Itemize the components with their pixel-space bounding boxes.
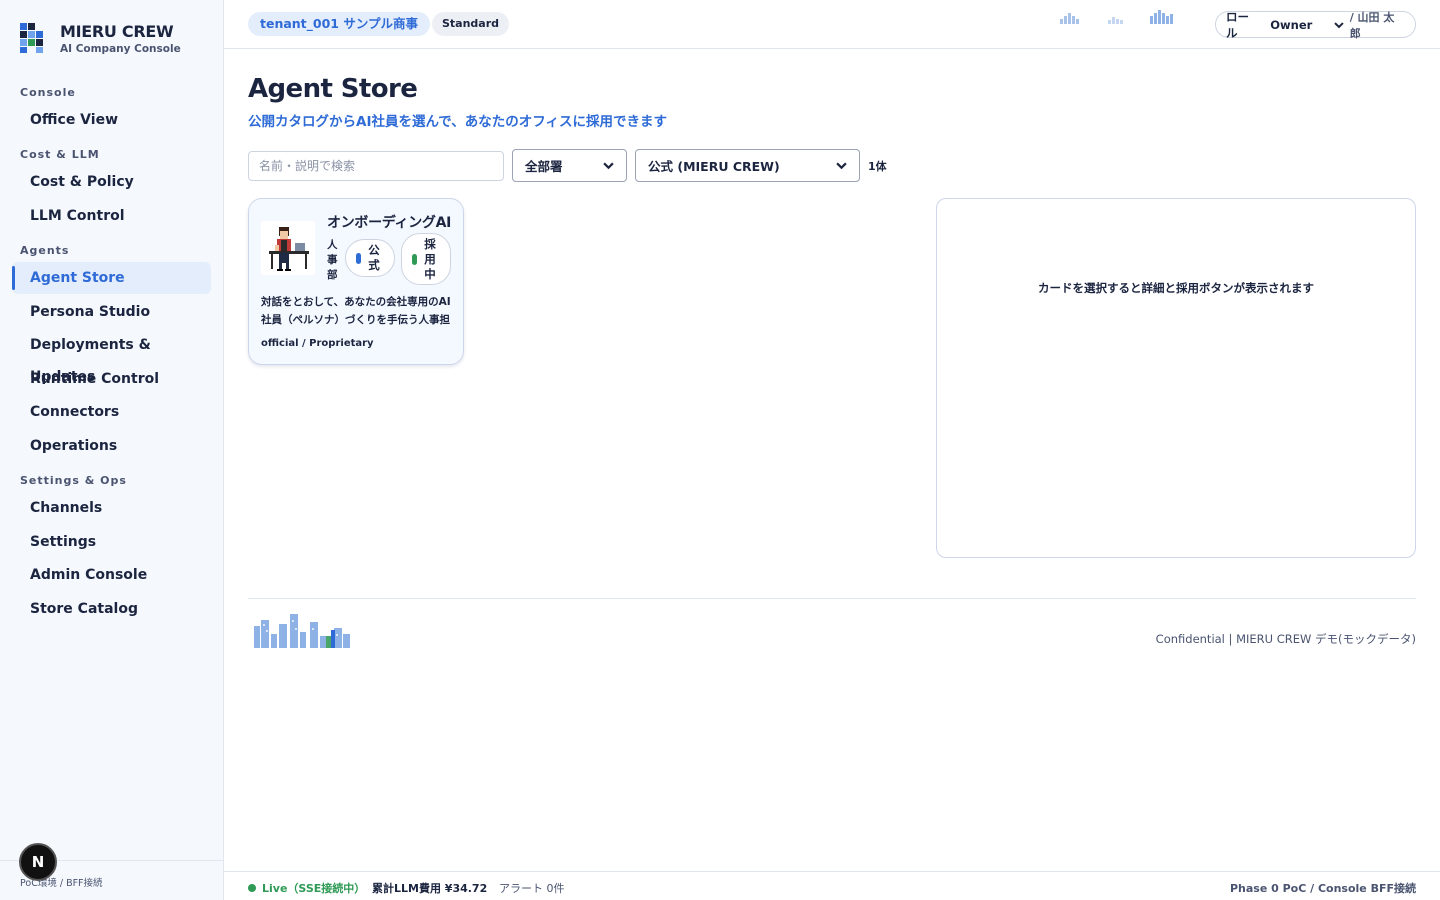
top-header: tenant_001 サンプル商事 Standard ロール Owner / 山…	[224, 0, 1440, 49]
sidebar-item-office-view[interactable]: Office View	[12, 104, 211, 136]
phase-label: Phase 0 PoC / Console BFF接続	[1229, 882, 1416, 895]
agent-card-title: オンボーディングAI	[327, 215, 452, 231]
sidebar-item-runtime-control[interactable]: Runtime Control	[12, 363, 211, 395]
brand-subtitle: AI Company Console	[60, 43, 181, 55]
agent-avatar-icon	[261, 221, 315, 275]
brand-name: MIERU CREW	[60, 22, 174, 41]
chevron-down-icon	[836, 162, 847, 170]
result-count: 1体	[868, 160, 887, 173]
official-badge-label: 公式	[368, 243, 380, 272]
agent-card-department: 人事部	[327, 239, 338, 281]
role-select[interactable]: Owner	[1270, 18, 1334, 32]
page-subtitle: 公開カタログからAI社員を選んで、あなたのオフィスに採用できます	[248, 114, 667, 130]
footer-divider	[248, 598, 1416, 599]
skyline-small-icon	[1108, 17, 1123, 24]
status-bar: Live（SSE接続中） 累計LLM費用 ¥34.72 アラート 0件 Phas…	[224, 871, 1440, 900]
sidebar-item-persona-studio[interactable]: Persona Studio	[12, 296, 211, 328]
status-badge-label: 採用中	[424, 236, 436, 281]
llm-cost: 累計LLM費用 ¥34.72	[372, 882, 488, 895]
sidebar-item-admin-console[interactable]: Admin Console	[12, 559, 211, 591]
source-filter-value: 公式 (MIERU CREW)	[648, 159, 780, 174]
live-status-label: Live（SSE接続中）	[262, 882, 366, 895]
skyline-icon	[1060, 13, 1079, 24]
official-dot-icon	[356, 252, 361, 264]
search-input[interactable]	[248, 151, 504, 181]
sidebar-item-operations[interactable]: Operations	[12, 430, 211, 462]
detail-placeholder: カードを選択すると詳細と採用ボタンが表示されます	[1038, 281, 1314, 295]
department-filter[interactable]: 全部署	[512, 149, 627, 182]
department-filter-value: 全部署	[525, 159, 563, 174]
sidebar-item-deployments-updates[interactable]: Deployments & Updates	[12, 329, 211, 385]
detail-panel: カードを選択すると詳細と採用ボタンが表示されます	[936, 198, 1416, 558]
skyline-large-icon	[1150, 10, 1173, 24]
live-status: Live（SSE接続中）	[248, 880, 365, 896]
chevron-down-icon[interactable]	[1334, 20, 1344, 30]
official-badge: 公式	[345, 239, 395, 277]
current-user: / 山田 太郎	[1349, 10, 1395, 40]
sidebar-item-channels[interactable]: Channels	[12, 492, 211, 524]
sidebar-item-llm-control[interactable]: LLM Control	[12, 200, 211, 232]
agent-card-license: official / Proprietary	[261, 338, 374, 349]
sidebar-item-agent-store[interactable]: Agent Store	[12, 262, 211, 294]
source-filter[interactable]: 公式 (MIERU CREW)	[635, 149, 860, 182]
footer-confidential: Confidential | MIERU CREW デモ(モックデータ)	[1155, 632, 1416, 646]
tenant-pill[interactable]: tenant_001 サンプル商事	[248, 12, 430, 36]
sidebar-item-settings[interactable]: Settings	[12, 526, 211, 558]
nav-section-settings-ops: Settings & Ops	[20, 474, 127, 487]
nav-section-cost-llm: Cost & LLM	[20, 148, 100, 161]
brand-logo-icon	[20, 23, 43, 53]
sidebar: MIERU CREW AI Company Console Console Of…	[0, 0, 224, 900]
live-dot-icon	[248, 884, 256, 892]
role-selector[interactable]: ロール Owner / 山田 太郎	[1215, 9, 1416, 40]
status-dot-icon	[412, 253, 417, 265]
status-badge: 採用中	[401, 233, 451, 285]
sidebar-item-connectors[interactable]: Connectors	[12, 396, 211, 428]
brand[interactable]: MIERU CREW AI Company Console	[20, 22, 181, 56]
city-illustration-icon	[254, 614, 350, 648]
sidebar-item-store-catalog[interactable]: Store Catalog	[12, 593, 211, 625]
agent-card[interactable]: オンボーディングAI 人事部 公式 採用中 対話をとおして、あなたの会社専用のA…	[248, 198, 464, 365]
role-label: ロール	[1226, 9, 1249, 40]
nav-section-agents: Agents	[20, 244, 70, 257]
agent-card-description: 対話をとおして、あなたの会社専用のAI社員（ペルソナ）づくりを手伝う人事担当のA…	[261, 296, 451, 326]
alert-count[interactable]: アラート 0件	[499, 880, 565, 896]
chevron-down-icon	[603, 162, 614, 170]
plan-badge: Standard	[432, 12, 510, 36]
dev-tools-badge[interactable]: N	[19, 843, 57, 881]
sidebar-item-cost-policy[interactable]: Cost & Policy	[12, 166, 211, 198]
nav-section-console: Console	[20, 86, 76, 99]
page-title: Agent Store	[248, 74, 418, 104]
